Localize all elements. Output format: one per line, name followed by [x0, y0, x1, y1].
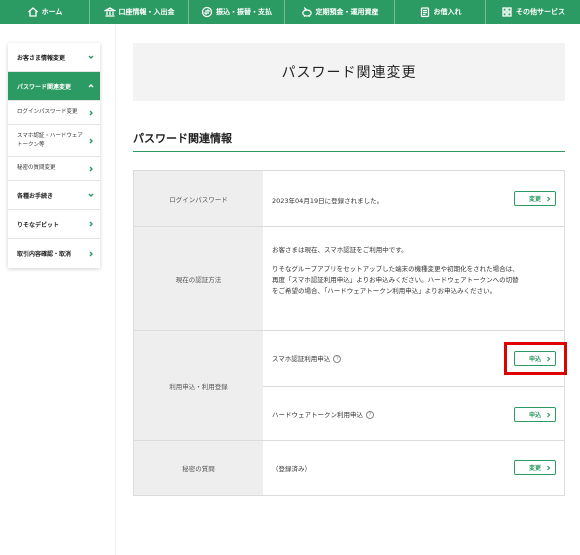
change-secret-question-button[interactable]: 変更 [514, 460, 556, 475]
nav-transfer-label: 振込・振替・支払 [216, 8, 272, 16]
sidebar-item-customer-info[interactable]: お客さま情報変更 [8, 43, 100, 72]
nav-home[interactable]: ホーム [0, 0, 90, 24]
auth-note-line: をご希望の場合、「ハードウェアトークン利用申込」よりお申込みください。 [272, 287, 497, 295]
table-row-usage-application: 利用申込・利用登録 スマホ認証利用申込? 申込 ハードウェアトークン利用申込? … [134, 331, 564, 441]
table-row-auth-method: 現在の認証方法 お客さまは現在、スマホ認証をご利用中です。 りそなグループアプリ… [134, 227, 564, 331]
home-icon [27, 7, 38, 17]
sidebar-item-label: 取引内容確認・取消 [17, 251, 72, 258]
hardware-token-text: ハードウェアトークン利用申込 [272, 411, 363, 419]
nav-account-info-label: 口座情報・入出金 [118, 8, 175, 16]
grid-icon [502, 7, 512, 17]
sidebar-item-label: スマホ認証・ハードウェアトークン等 [17, 132, 83, 148]
login-password-registered-date: 2023年04月19日に登録されました。 [272, 197, 384, 205]
chevron-right-icon [88, 221, 94, 227]
nav-loans[interactable]: お借入れ [395, 0, 486, 24]
sidebar-item-label: パスワード関連変更 [17, 83, 72, 91]
piggy-bank-icon [301, 6, 312, 17]
nav-transfer[interactable]: 振込・振替・支払 [189, 0, 285, 24]
apply-hardware-token-button[interactable]: 申込 [514, 407, 556, 422]
button-label: 申込 [528, 412, 541, 419]
auth-status-text: お客さまは現在、スマホ認証をご利用中です。 [272, 246, 408, 254]
page-title: パスワード関連変更 [133, 43, 565, 101]
sidebar-item-transaction-check[interactable]: 取引内容確認・取消 [8, 239, 100, 268]
nav-account-info[interactable]: 口座情報・入出金 [90, 0, 189, 24]
row-label: 利用申込・利用登録 [134, 331, 263, 440]
smartphone-auth-label: スマホ認証利用申込? [272, 353, 342, 363]
help-icon[interactable]: ? [333, 355, 342, 363]
hardware-token-subrow: ハードウェアトークン利用申込? 申込 [263, 386, 564, 440]
row-value-cell: （登録済み） 変更 [263, 441, 564, 495]
chevron-down-icon [88, 54, 94, 60]
sidebar-item-smartphone-auth[interactable]: スマホ認証・ハードウェアトークン等 [8, 125, 100, 157]
sidebar-menu: お客さま情報変更 パスワード関連変更 ログインパスワード変更 スマホ認証・ハード… [8, 43, 100, 268]
sidebar-item-login-password[interactable]: ログインパスワード変更 [8, 101, 100, 125]
secret-question-status: （登録済み） [272, 465, 311, 473]
chevron-right-icon [88, 166, 94, 172]
sidebar-item-secret-question[interactable]: 秘密の質問変更 [8, 157, 100, 181]
table-row-login-password: ログインパスワード 2023年04月19日に登録されました。 変更 [134, 171, 564, 227]
loan-icon [420, 7, 429, 18]
table-row-secret-question: 秘密の質問 （登録済み） 変更 [134, 441, 564, 495]
button-label: 変更 [528, 465, 541, 472]
chevron-right-icon [546, 196, 551, 202]
nav-other-services[interactable]: その他サービス [486, 0, 580, 24]
row-label: 秘密の質問 [134, 441, 263, 495]
section-divider [133, 151, 565, 152]
top-navigation: ホーム 口座情報・入出金 振込・振替・支払 定期預金・運用資産 お借入れ その他… [0, 0, 580, 24]
change-login-password-button[interactable]: 変更 [514, 191, 556, 206]
sidebar-item-label: お客さま情報変更 [17, 54, 66, 62]
transfer-icon [201, 6, 213, 18]
nav-deposits[interactable]: 定期預金・運用資産 [285, 0, 395, 24]
help-icon[interactable]: ? [366, 411, 374, 419]
chevron-right-icon [88, 110, 94, 116]
nav-deposits-label: 定期預金・運用資産 [315, 8, 379, 16]
row-value-cell: 2023年04月19日に登録されました。 変更 [263, 171, 564, 226]
password-info-table: ログインパスワード 2023年04月19日に登録されました。 変更 現在の認証方… [133, 170, 565, 496]
row-label: ログインパスワード [134, 171, 263, 226]
auth-note-line: りそなグループアプリをセットアップした端末の機種変更や初期化をされた場合は、 [272, 265, 519, 273]
chevron-right-icon [546, 412, 551, 418]
highlight-box [504, 342, 567, 375]
bank-icon [103, 7, 116, 17]
section-title: パスワード関連情報 [133, 132, 232, 145]
sidebar-item-procedures[interactable]: 各種お手続き [8, 181, 100, 210]
chevron-down-icon [88, 192, 94, 198]
sidebar-item-debit[interactable]: りそなデビット [8, 210, 100, 239]
sidebar-item-label: ログインパスワード変更 [17, 109, 78, 115]
sidebar-item-label: 秘密の質問変更 [17, 165, 56, 171]
chevron-right-icon [88, 138, 94, 144]
chevron-right-icon [88, 251, 94, 257]
nav-loans-label: お借入れ [433, 8, 462, 16]
button-label: 変更 [528, 196, 541, 203]
smartphone-auth-text: スマホ認証利用申込 [272, 355, 331, 363]
nav-home-label: ホーム [41, 8, 63, 16]
sidebar-item-label: 各種お手続き [17, 192, 54, 200]
sidebar-item-label: りそなデビット [17, 221, 60, 229]
auth-note-line: 再度「スマホ認証利用申込」よりお申込みください。ハードウェアトークンへの切替 [272, 276, 519, 284]
hardware-token-label: ハードウェアトークン利用申込? [272, 409, 374, 419]
chevron-right-icon [546, 465, 551, 471]
nav-other-services-label: その他サービス [516, 8, 565, 16]
chevron-up-icon [88, 83, 94, 89]
row-label: 現在の認証方法 [134, 227, 263, 330]
sidebar-item-password[interactable]: パスワード関連変更 [8, 72, 100, 101]
row-value-cell: お客さまは現在、スマホ認証をご利用中です。 りそなグループアプリをセットアップし… [263, 227, 564, 330]
